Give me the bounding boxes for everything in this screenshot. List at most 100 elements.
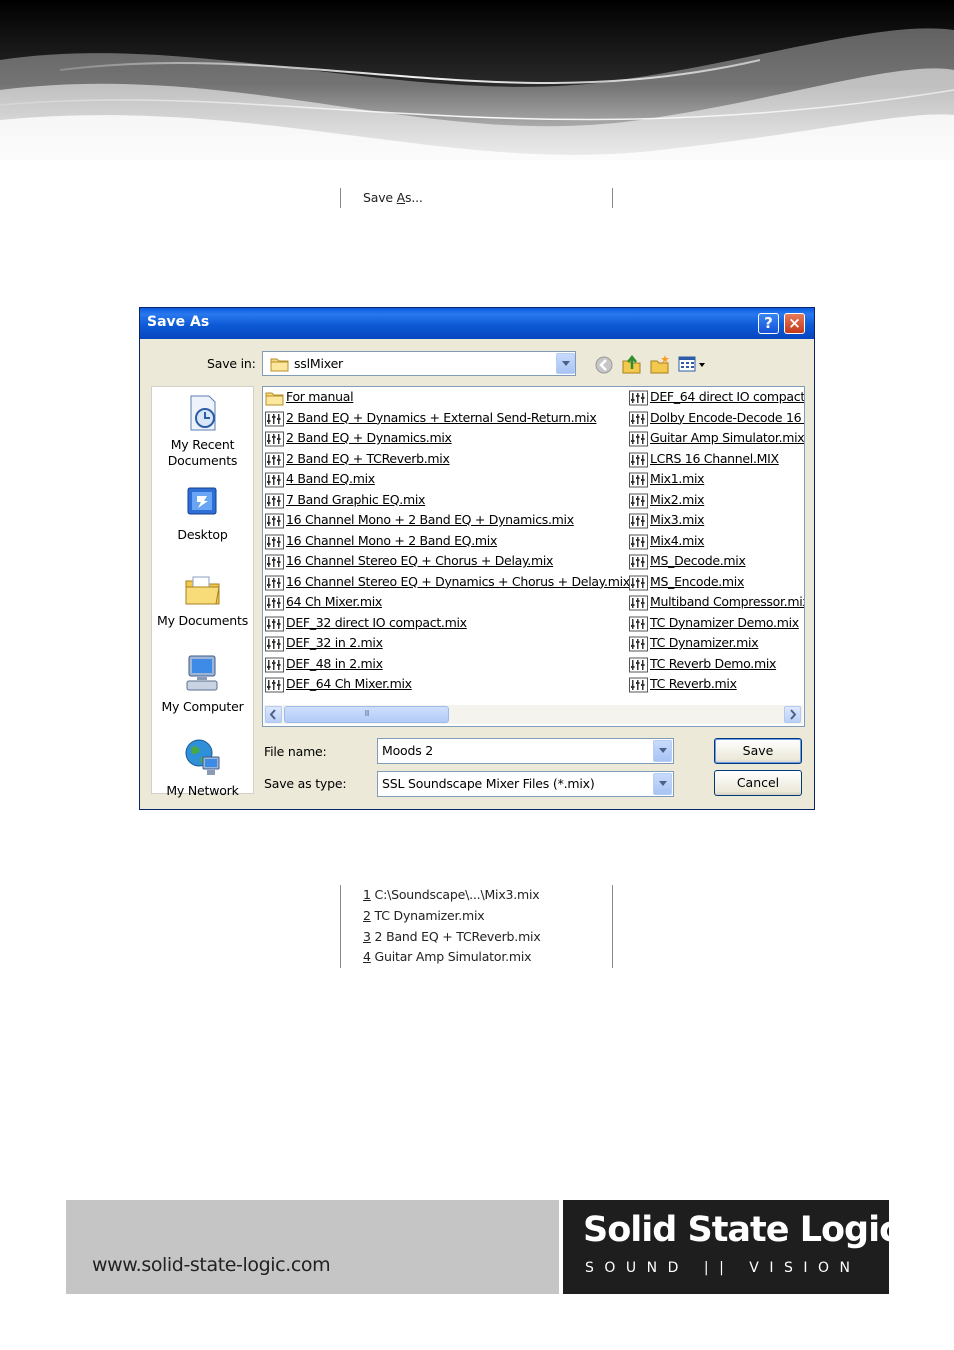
save-as-type-combobox[interactable]: SSL Soundscape Mixer Files (*.mix) (377, 771, 674, 797)
scroll-thumb-grip: III (364, 709, 369, 718)
file-item[interactable]: Mix1.mix (629, 471, 804, 489)
cancel-button[interactable]: Cancel (714, 770, 802, 796)
footer-logo-panel: Solid State Logic SOUND || VISION (563, 1200, 900, 1294)
place-desktop[interactable]: Desktop (152, 483, 253, 543)
file-item[interactable]: Mix2.mix (629, 492, 804, 510)
place-my-documents[interactable]: My Documents (152, 569, 253, 629)
scroll-left-button[interactable] (265, 706, 282, 723)
file-item[interactable]: 16 Channel Mono + 2 Band EQ + Dynamics.m… (265, 512, 625, 530)
dialog-titlebar[interactable]: Save As ? × (140, 308, 814, 339)
file-item[interactable]: MS_Decode.mix (629, 553, 804, 571)
file-item[interactable]: MS_Encode.mix (629, 574, 804, 592)
chevron-left-icon (269, 709, 276, 720)
mix-file-icon (629, 513, 648, 529)
mix-file-icon (265, 677, 284, 693)
file-item[interactable]: 2 Band EQ + TCReverb.mix (265, 451, 625, 469)
mix-file-icon (629, 636, 648, 652)
up-folder-icon[interactable] (621, 353, 643, 375)
mix-file-icon (265, 493, 284, 508)
save-in-label: Save in: (207, 356, 256, 371)
file-item[interactable]: DEF_32 in 2.mix (265, 635, 625, 653)
file-item[interactable]: 16 Channel Stereo EQ + Dynamics + Chorus… (265, 574, 630, 592)
recent-file-item[interactable]: 1 C:\Soundscape\...\Mix3.mix (363, 887, 540, 902)
recent-file-item[interactable]: 4 Guitar Amp Simulator.mix (363, 949, 532, 965)
mix-file-icon (265, 452, 284, 467)
folder-item[interactable]: For manual (265, 389, 625, 407)
mix-file-icon (265, 554, 284, 570)
file-item-name: TC Dynamizer Demo.mix (650, 614, 799, 630)
file-item[interactable]: Guitar Amp Simulator.mix (629, 430, 805, 448)
save-button[interactable]: Save (714, 738, 802, 764)
scroll-thumb[interactable]: III (284, 706, 449, 723)
save-as-type-dropdown-button[interactable] (653, 773, 672, 795)
mix-file-icon (265, 411, 284, 426)
place-my-network[interactable]: My Network (152, 737, 253, 799)
file-item[interactable]: DEF_48 in 2.mix (265, 656, 625, 674)
file-item[interactable]: 64 Ch Mixer.mix (265, 594, 625, 612)
file-item[interactable]: DEF_64 direct IO compact (629, 389, 804, 407)
recent-file-path: 2 Band EQ + TCReverb.mix (370, 928, 541, 944)
file-item-name: 16 Channel Mono + 2 Band EQ.mix (286, 532, 498, 548)
file-list-view[interactable]: For manual 2 Band EQ + Dynamics + Externa… (262, 386, 805, 727)
file-item[interactable]: Multiband Compressor.mix (629, 594, 805, 612)
file-item-name: Guitar Amp Simulator.mix (650, 430, 805, 445)
place-my-computer[interactable]: My Computer (152, 653, 253, 715)
file-name-dropdown-button[interactable] (653, 740, 672, 762)
scroll-right-button[interactable] (784, 706, 801, 723)
recent-file-item[interactable]: 2 TC Dynamizer.mix (363, 907, 485, 923)
file-item[interactable]: TC Dynamizer.mix (629, 635, 804, 653)
file-item[interactable]: 4 Band EQ.mix (265, 471, 625, 489)
mix-file-icon (265, 534, 284, 549)
mix-file-icon (629, 411, 648, 426)
file-item-name: Multiband Compressor.mix (650, 594, 805, 609)
save-in-dropdown-button[interactable] (556, 353, 575, 374)
mix-file-icon (629, 657, 648, 672)
horizontal-scrollbar[interactable]: III (264, 705, 803, 724)
mix-file-icon (629, 390, 648, 406)
recent-file-path: Guitar Amp Simulator.mix (370, 949, 532, 965)
mix-file-icon (629, 472, 648, 488)
save-in-combobox[interactable]: sslMixer (262, 351, 576, 376)
place-label: My Documents (156, 613, 249, 628)
desktop-icon (187, 487, 216, 515)
close-button[interactable]: × (784, 313, 805, 334)
place-my-recent-documents[interactable]: My Recent Documents (152, 393, 253, 469)
file-item[interactable]: LCRS 16 Channel.MIX (629, 451, 804, 469)
recent-file-item[interactable]: 3 2 Band EQ + TCReverb.mix (363, 929, 541, 944)
recent-file-number: 2 (363, 907, 371, 923)
folder-icon (270, 358, 289, 372)
mix-file-icon (265, 657, 284, 672)
file-item[interactable]: 2 Band EQ + Dynamics + External Send-Ret… (265, 410, 625, 428)
file-item[interactable]: Mix4.mix (629, 533, 804, 551)
help-button[interactable]: ? (758, 313, 779, 334)
place-label-line2: Documents (167, 453, 238, 468)
back-icon[interactable] (594, 355, 614, 375)
file-item[interactable]: Mix3.mix (629, 512, 804, 530)
file-item[interactable]: 16 Channel Mono + 2 Band EQ.mix (265, 533, 625, 551)
website-url[interactable]: www.solid-state-logic.com (92, 1254, 331, 1276)
mix-file-icon (265, 595, 284, 611)
file-item[interactable]: 7 Band Graphic EQ.mix (265, 492, 625, 510)
chevron-right-icon (790, 709, 797, 720)
file-item[interactable]: DEF_64 Ch Mixer.mix (265, 676, 625, 694)
file-item[interactable]: TC Reverb.mix (629, 676, 804, 694)
file-item[interactable]: DEF_32 direct IO compact.mix (265, 615, 625, 633)
file-item-name: 16 Channel Stereo EQ + Dynamics + Chorus… (286, 573, 630, 589)
file-item[interactable]: TC Dynamizer Demo.mix (629, 614, 804, 633)
file-item-name: MS_Decode.mix (650, 553, 746, 568)
file-item-name: TC Reverb.mix (650, 676, 737, 691)
menu-item-save-as[interactable]: Save As... (363, 190, 423, 205)
file-name-combobox[interactable]: Moods 2 (377, 738, 674, 764)
mix-file-icon (629, 554, 648, 570)
place-label: Desktop (177, 527, 228, 542)
file-item[interactable]: 16 Channel Stereo EQ + Chorus + Delay.mi… (265, 553, 625, 571)
mix-file-icon (629, 677, 648, 693)
places-bar: My Recent Documents Desktop My Documents (151, 386, 254, 798)
place-label: My Computer (161, 699, 244, 714)
file-item[interactable]: TC Reverb Demo.mix (629, 656, 804, 674)
file-name-value: Moods 2 (382, 743, 434, 758)
new-folder-icon[interactable] (649, 353, 671, 375)
file-item[interactable]: Dolby Encode-Decode 16 C (629, 410, 804, 428)
view-menu-icon[interactable] (678, 355, 708, 375)
file-item[interactable]: 2 Band EQ + Dynamics.mix (265, 430, 625, 448)
